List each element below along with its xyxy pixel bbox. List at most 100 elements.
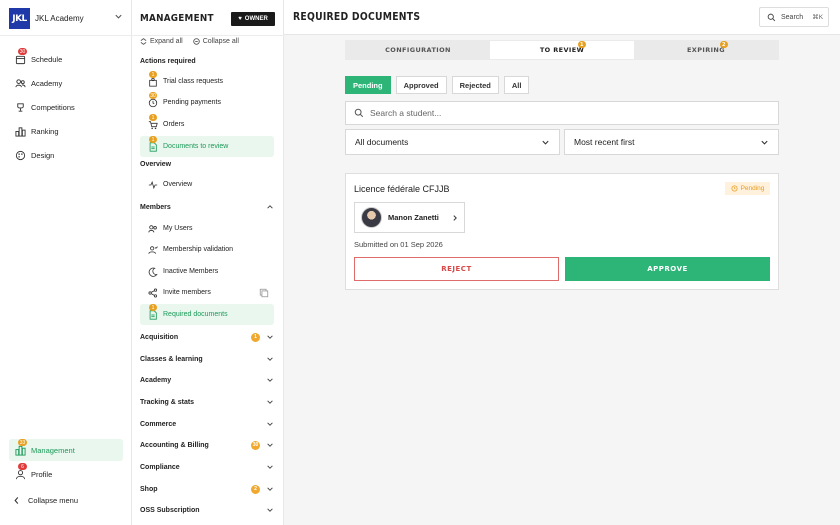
- sub-item-orders[interactable]: 1 Orders: [140, 114, 274, 135]
- sub-item-label: Trial class requests: [163, 78, 224, 85]
- clock-icon: [731, 185, 738, 192]
- count-badge: 1: [578, 41, 586, 48]
- section-label: Tracking & stats: [140, 398, 195, 406]
- sub-item-required-documents[interactable]: 1 Required documents: [140, 304, 274, 325]
- section-overview: Overview: [140, 161, 172, 168]
- sub-item-trial-class-requests[interactable]: 1 Trial class requests: [140, 71, 274, 92]
- global-search-button[interactable]: Search ⌘K: [759, 7, 829, 27]
- owner-label: OWNER: [244, 16, 268, 22]
- section-tracking-stats[interactable]: Tracking & stats: [140, 393, 274, 411]
- sort-select[interactable]: Most recent first: [564, 129, 779, 155]
- nav-item-management[interactable]: 33 Management: [9, 439, 123, 461]
- count-badge: 1: [149, 304, 157, 311]
- nav-item-ranking[interactable]: Ranking: [9, 120, 123, 142]
- section-commerce[interactable]: Commerce: [140, 415, 274, 433]
- sub-item-pending-payments[interactable]: 30 Pending payments: [140, 92, 274, 113]
- notification-badge: 6: [18, 463, 27, 470]
- ranking-icon: [14, 125, 26, 137]
- section-oss-subscription[interactable]: OSS Subscription: [140, 501, 274, 519]
- collapse-icon: [192, 38, 200, 45]
- section-academy[interactable]: Academy: [140, 371, 274, 389]
- user-check-icon: [147, 244, 158, 255]
- sub-item-my-users[interactable]: My Users: [140, 218, 274, 239]
- section-actions-required: Actions required: [140, 58, 196, 65]
- heart-icon: ♥: [238, 16, 242, 22]
- tab-configuration[interactable]: CONFIGURATION: [346, 41, 490, 59]
- document-title: Licence fédérale CFJJB: [354, 184, 450, 194]
- section-members[interactable]: Members: [140, 198, 274, 216]
- document-icon: 1: [147, 304, 158, 320]
- chevron-down-icon: [267, 422, 273, 426]
- section-classes-learning[interactable]: Classes & learning: [140, 350, 274, 368]
- section-label: OSS Subscription: [140, 506, 200, 514]
- sub-item-label: My Users: [163, 225, 193, 232]
- tab-to-review[interactable]: TO REVIEW 1: [490, 41, 634, 59]
- section-label: Academy: [140, 376, 172, 384]
- nav-item-academy[interactable]: Academy: [9, 72, 123, 94]
- count-badge: 30: [149, 92, 157, 99]
- user-name: Manon Zanetti: [388, 213, 439, 222]
- profile-icon: 6: [14, 463, 27, 480]
- moon-icon: [147, 266, 158, 277]
- calendar-icon: 30: [14, 48, 27, 65]
- sub-item-label: Membership validation: [163, 246, 234, 253]
- palette-icon: [14, 149, 26, 161]
- search-shortcut: ⌘K: [812, 14, 824, 21]
- section-label: Compliance: [140, 463, 180, 471]
- sub-item-membership-validation[interactable]: Membership validation: [140, 239, 274, 260]
- tab-label: CONFIGURATION: [385, 46, 451, 54]
- chevron-down-icon[interactable]: [114, 12, 123, 21]
- approve-button[interactable]: APPROVE: [565, 257, 770, 281]
- filter-all[interactable]: All: [503, 76, 530, 94]
- org-logo[interactable]: JKL: [9, 8, 30, 29]
- reject-button[interactable]: REJECT: [354, 257, 559, 281]
- student-search-input[interactable]: Search a student...: [345, 101, 779, 125]
- filter-rejected[interactable]: Rejected: [451, 76, 499, 94]
- sub-item-inactive-members[interactable]: Inactive Members: [140, 261, 274, 282]
- section-accounting-billing[interactable]: Accounting & Billing 30: [140, 436, 274, 454]
- nav-item-schedule[interactable]: 30 Schedule: [9, 48, 123, 70]
- document-icon: 1: [147, 136, 158, 152]
- section-acquisition[interactable]: Acquisition 1: [140, 328, 274, 346]
- chevron-down-icon: [761, 140, 768, 145]
- section-label: Classes & learning: [140, 355, 203, 363]
- org-name[interactable]: JKL Academy: [35, 14, 84, 23]
- collapse-menu-button[interactable]: Collapse menu: [13, 496, 78, 505]
- sub-item-label: Overview: [163, 181, 193, 188]
- nav-label: Ranking: [31, 126, 59, 136]
- count-badge: 1: [251, 332, 260, 342]
- section-shop[interactable]: Shop 2: [140, 480, 274, 498]
- filter-pending[interactable]: Pending: [345, 76, 391, 94]
- document-type-select[interactable]: All documents: [345, 129, 560, 155]
- collapse-all-button[interactable]: Collapse all: [192, 38, 239, 45]
- nav-item-competitions[interactable]: Competitions: [9, 96, 123, 118]
- section-compliance[interactable]: Compliance: [140, 458, 274, 476]
- copy-icon[interactable]: [259, 288, 269, 298]
- owner-badge: ♥ OWNER: [231, 12, 275, 26]
- user-chip[interactable]: Manon Zanetti: [354, 202, 465, 233]
- nav-label: Management: [31, 445, 75, 455]
- search-label: Search: [781, 13, 804, 21]
- expand-all-label: Expand all: [150, 38, 183, 45]
- nav-item-design[interactable]: Design: [9, 144, 123, 166]
- count-badge: 1: [149, 114, 157, 121]
- users-icon: [147, 223, 158, 234]
- expand-all-button[interactable]: Expand all: [140, 38, 183, 45]
- sub-item-documents-to-review[interactable]: 1 Documents to review: [140, 136, 274, 157]
- filter-approved[interactable]: Approved: [395, 76, 447, 94]
- status-badge: Pending: [725, 182, 770, 195]
- status-label: Pending: [740, 185, 765, 192]
- nav-item-profile[interactable]: 6 Profile: [9, 463, 123, 485]
- section-label: Accounting & Billing: [140, 441, 209, 449]
- chevron-up-icon: [267, 205, 273, 209]
- count-badge: 1: [149, 136, 157, 143]
- chevron-left-icon: [13, 496, 20, 505]
- activity-icon: [147, 179, 158, 190]
- users-icon: [14, 77, 26, 89]
- sub-item-invite-members[interactable]: Invite members: [140, 282, 274, 303]
- chevron-down-icon: [267, 400, 273, 404]
- sub-item-overview[interactable]: Overview: [140, 174, 274, 195]
- chevron-down-icon: [267, 335, 273, 339]
- search-placeholder: Search a student...: [370, 108, 442, 118]
- tab-expiring[interactable]: EXPIRING 2: [634, 41, 778, 59]
